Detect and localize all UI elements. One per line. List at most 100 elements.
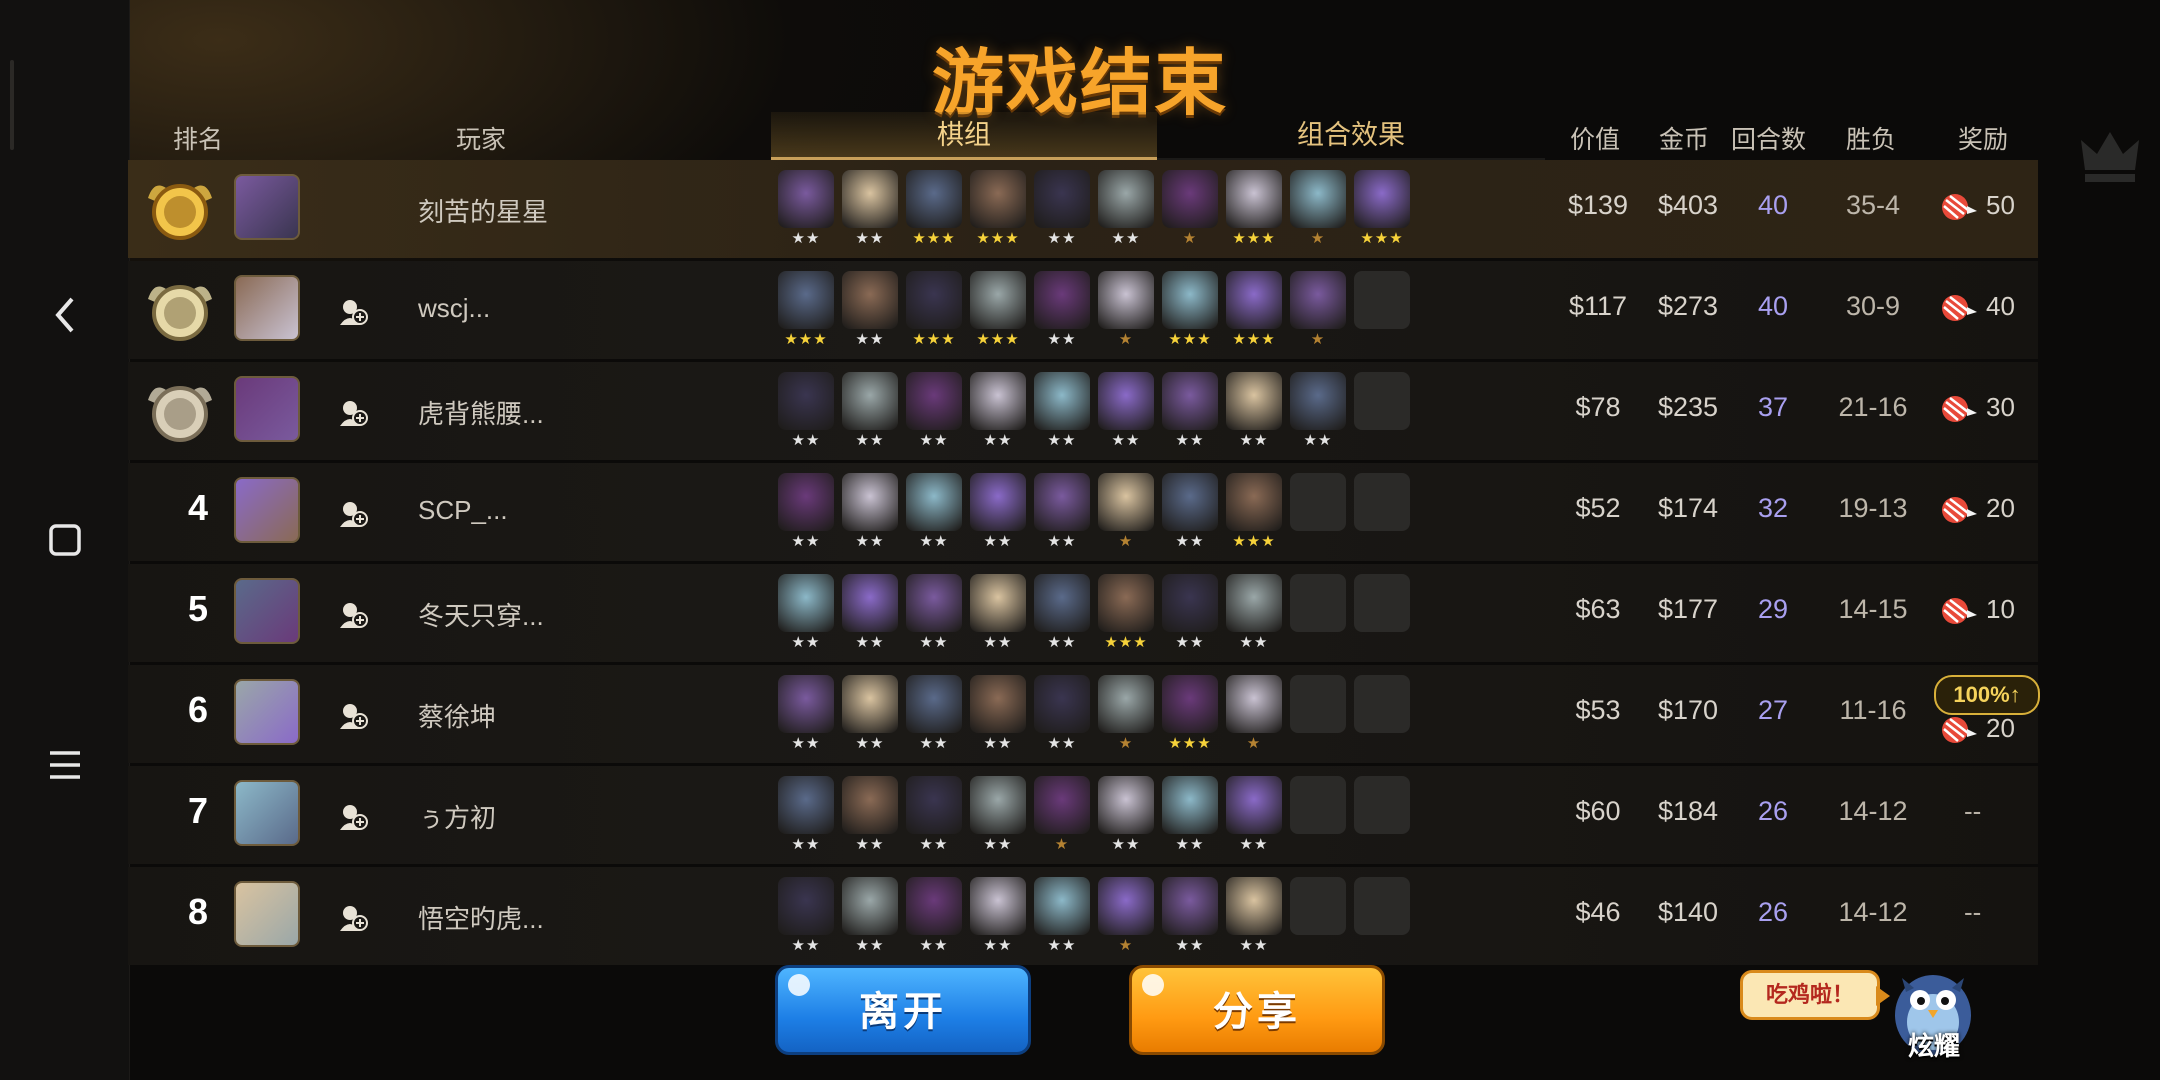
add-friend-icon[interactable]	[338, 600, 368, 630]
back-icon[interactable]	[30, 280, 100, 350]
player-name[interactable]: 冬天只穿...	[418, 596, 544, 633]
chess-piece[interactable]: ★★	[1226, 877, 1282, 963]
chess-piece[interactable]: ★★	[906, 372, 962, 458]
chess-piece[interactable]: ★★	[842, 271, 898, 357]
chess-piece[interactable]: ★★	[1226, 776, 1282, 862]
chess-piece[interactable]: ★★	[1162, 473, 1218, 559]
chess-piece[interactable]: ★★	[842, 170, 898, 256]
chess-piece[interactable]: ★★	[778, 776, 834, 862]
chess-piece[interactable]: ★★	[1290, 372, 1346, 458]
add-friend-icon[interactable]	[338, 398, 368, 428]
chess-piece[interactable]: ★★	[842, 675, 898, 761]
chess-piece[interactable]: ★★★	[778, 271, 834, 357]
chess-piece[interactable]: ★	[1226, 675, 1282, 761]
chess-piece[interactable]: ★★	[1034, 271, 1090, 357]
avatar[interactable]	[234, 881, 300, 947]
chess-piece[interactable]: ★★	[906, 473, 962, 559]
chess-piece[interactable]: ★★★	[1226, 271, 1282, 357]
edge-handle[interactable]	[10, 60, 14, 150]
chess-piece[interactable]: ★★	[970, 877, 1026, 963]
chess-piece[interactable]: ★★	[906, 675, 962, 761]
chess-piece[interactable]: ★★	[906, 574, 962, 660]
chess-piece[interactable]: ★★	[1034, 877, 1090, 963]
home-icon[interactable]	[30, 505, 100, 575]
chess-piece[interactable]: ★	[1162, 170, 1218, 256]
player-name[interactable]: 蔡徐坤	[418, 697, 496, 734]
chess-piece[interactable]: ★★	[970, 574, 1026, 660]
chess-piece[interactable]: ★★	[970, 372, 1026, 458]
tab-pieces[interactable]: 棋组	[771, 112, 1157, 160]
chess-piece[interactable]: ★★	[842, 877, 898, 963]
avatar[interactable]	[234, 174, 300, 240]
chess-piece[interactable]: ★★	[1034, 170, 1090, 256]
player-name[interactable]: 刻苦的星星	[418, 192, 548, 229]
chess-piece[interactable]: ★★	[1226, 372, 1282, 458]
chess-piece[interactable]: ★★★	[970, 271, 1026, 357]
chess-piece[interactable]: ★★★	[1162, 271, 1218, 357]
add-friend-icon[interactable]	[338, 499, 368, 529]
avatar[interactable]	[234, 679, 300, 745]
chess-piece[interactable]: ★★	[1034, 675, 1090, 761]
chess-piece[interactable]: ★★	[1162, 574, 1218, 660]
avatar[interactable]	[234, 578, 300, 644]
chess-piece[interactable]: ★★	[906, 776, 962, 862]
player-name[interactable]: ぅ方初	[418, 798, 496, 835]
chess-piece[interactable]: ★★	[778, 877, 834, 963]
chess-piece[interactable]: ★★	[842, 574, 898, 660]
chess-piece[interactable]: ★	[1290, 170, 1346, 256]
chess-piece[interactable]: ★★	[1226, 574, 1282, 660]
chess-piece[interactable]: ★	[1290, 271, 1346, 357]
chess-piece[interactable]: ★★	[1098, 372, 1154, 458]
avatar[interactable]	[234, 376, 300, 442]
player-name[interactable]: wscj...	[418, 293, 490, 324]
avatar[interactable]	[234, 275, 300, 341]
chess-piece[interactable]: ★★	[970, 473, 1026, 559]
chess-piece[interactable]: ★★★	[1354, 170, 1410, 256]
chess-piece[interactable]: ★★	[970, 776, 1026, 862]
chess-piece[interactable]: ★★	[842, 473, 898, 559]
chess-piece[interactable]: ★★	[778, 372, 834, 458]
chess-piece[interactable]: ★★	[778, 170, 834, 256]
chess-piece[interactable]: ★★★	[1226, 473, 1282, 559]
chess-piece[interactable]: ★★	[778, 574, 834, 660]
chess-piece[interactable]: ★★	[1034, 574, 1090, 660]
chess-piece[interactable]: ★★	[778, 473, 834, 559]
chess-piece[interactable]: ★★	[778, 675, 834, 761]
avatar[interactable]	[234, 780, 300, 846]
chess-piece[interactable]: ★★★	[970, 170, 1026, 256]
chess-piece[interactable]: ★★★	[906, 170, 962, 256]
leave-button[interactable]: 离开	[775, 965, 1031, 1055]
avatar[interactable]	[234, 477, 300, 543]
chess-piece[interactable]: ★★★	[1226, 170, 1282, 256]
chess-piece[interactable]: ★	[1034, 776, 1090, 862]
chess-piece[interactable]: ★★	[1034, 473, 1090, 559]
chess-piece[interactable]: ★★	[842, 372, 898, 458]
chess-piece[interactable]: ★	[1098, 675, 1154, 761]
chess-piece[interactable]: ★★	[906, 877, 962, 963]
chess-piece[interactable]: ★	[1098, 473, 1154, 559]
add-friend-icon[interactable]	[338, 701, 368, 731]
player-name[interactable]: 虎背熊腰...	[418, 394, 544, 431]
chess-piece[interactable]: ★★	[1098, 170, 1154, 256]
piece-stars: ★★	[791, 533, 821, 550]
chess-piece[interactable]: ★★	[970, 675, 1026, 761]
chess-piece[interactable]: ★★	[842, 776, 898, 862]
recent-apps-icon[interactable]	[30, 730, 100, 800]
add-friend-icon[interactable]	[338, 802, 368, 832]
add-friend-icon[interactable]	[338, 297, 368, 327]
share-button[interactable]: 分享	[1129, 965, 1385, 1055]
chess-piece[interactable]: ★	[1098, 877, 1154, 963]
chess-piece[interactable]: ★★	[1034, 372, 1090, 458]
chess-piece[interactable]: ★★	[1162, 372, 1218, 458]
chess-piece[interactable]: ★★	[1098, 776, 1154, 862]
chess-piece[interactable]: ★★	[1162, 776, 1218, 862]
chess-piece[interactable]: ★★★	[1162, 675, 1218, 761]
chess-piece[interactable]: ★★★	[906, 271, 962, 357]
chess-piece[interactable]: ★★	[1162, 877, 1218, 963]
player-name[interactable]: SCP_...	[418, 495, 508, 526]
chess-piece[interactable]: ★	[1098, 271, 1154, 357]
chess-piece[interactable]: ★★★	[1098, 574, 1154, 660]
tab-combos[interactable]: 组合效果	[1157, 112, 1545, 160]
player-name[interactable]: 悟空旳虎...	[418, 899, 544, 936]
add-friend-icon[interactable]	[338, 903, 368, 933]
